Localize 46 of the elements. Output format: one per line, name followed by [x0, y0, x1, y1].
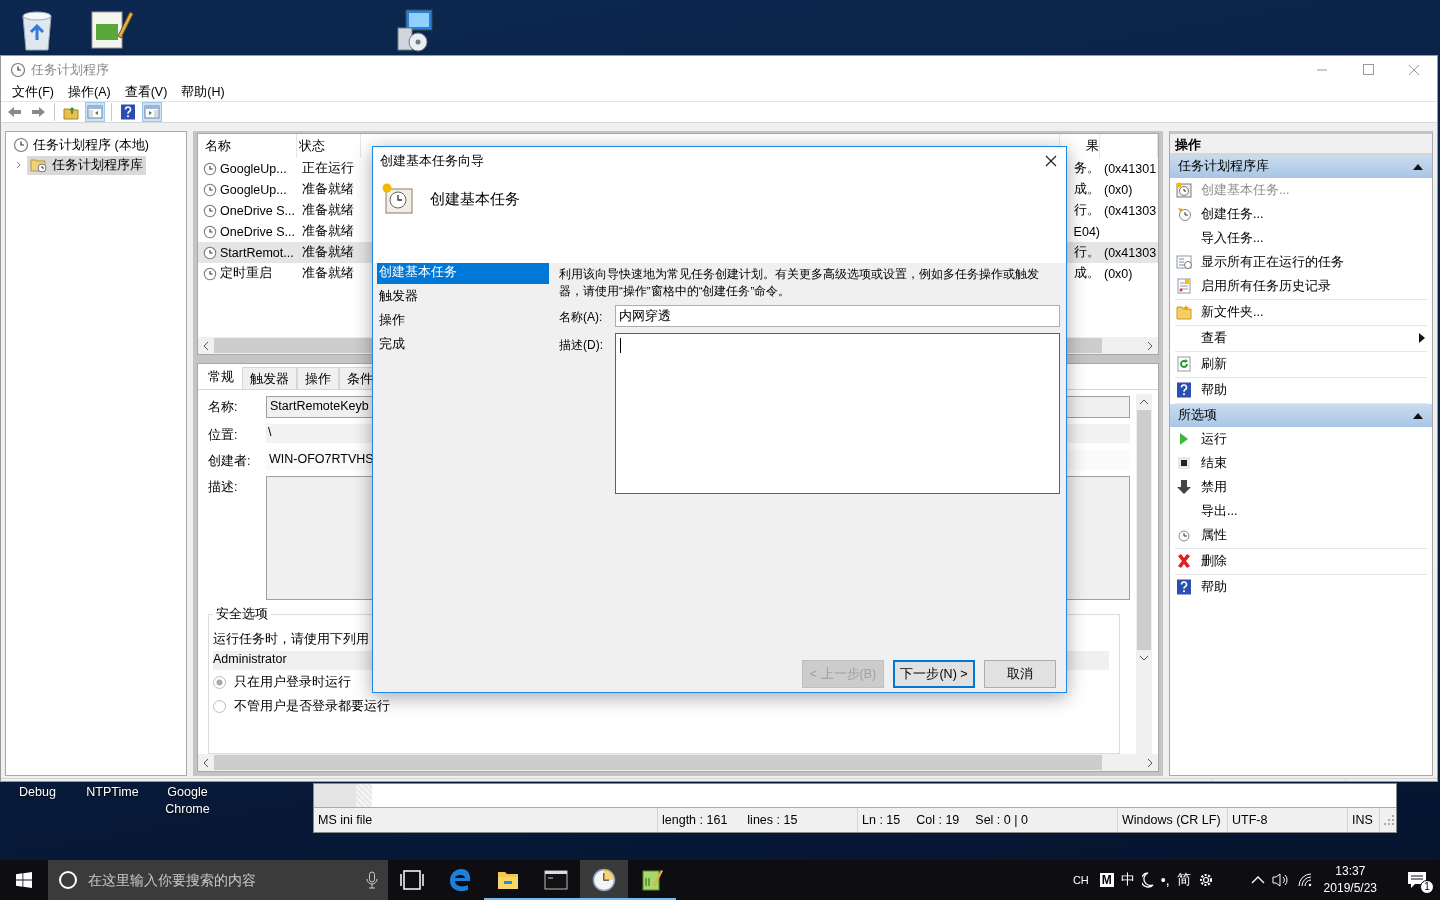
table-cell: 定时重启 — [220, 265, 272, 282]
table-cell: (0x0) — [1104, 182, 1133, 197]
status-text: MS ini file — [318, 813, 373, 827]
table-cell: 行。 — [1074, 202, 1100, 219]
field-label: 名称(A): — [559, 309, 604, 326]
table-cell: 准备就绪 — [302, 244, 354, 261]
table-cell: OneDrive S... — [220, 203, 296, 218]
table-cell: 正在运行 — [302, 160, 354, 177]
field-label: 创建者: — [208, 453, 252, 470]
field-label: 名称: — [208, 399, 239, 416]
table-cell: 成。 — [1074, 181, 1100, 198]
table-cell: E04) — [1073, 224, 1100, 239]
dialog-heading: 创建基本任务 — [430, 189, 520, 209]
table-cell: GoogleUp... — [220, 161, 287, 176]
table-cell: StartRemot... — [220, 245, 294, 260]
status-text: lines : 15 — [747, 813, 798, 827]
status-text: Sel : 0 | 0 — [975, 813, 1028, 827]
notification-count: 1 — [1420, 880, 1434, 894]
status-text: Windows (CR LF) — [1122, 813, 1221, 827]
field-label: 描述(D): — [559, 337, 604, 354]
field-label: 位置: — [208, 427, 239, 444]
table-cell: 准备就绪 — [302, 265, 354, 282]
field-label: 描述: — [208, 479, 239, 496]
table-cell: 准备就绪 — [302, 202, 354, 219]
table-cell: (0x41303 — [1104, 203, 1157, 218]
status-text: Col : 19 — [916, 813, 960, 827]
group-title: 安全选项 — [213, 606, 271, 623]
intro-text: 利用该向导快速地为常见任务创建计划。有关更多高级选项或设置，例如多任务操作或触发器，请使用“操作”窗格中的“创建任务”命令。 — [559, 267, 1040, 299]
prompt-text: 运行任务时，请使用下列用 — [213, 631, 370, 648]
dialog-title: 创建基本任务向导 — [380, 152, 484, 170]
table-cell: (0x0) — [1104, 266, 1133, 281]
window-title: 任务计划程序 — [31, 61, 109, 79]
table-cell: (0x41301 — [1104, 161, 1157, 176]
table-cell: 成。 — [1074, 265, 1100, 282]
table-cell: 准备就绪 — [302, 181, 354, 198]
table-cell: OneDrive S... — [220, 224, 296, 239]
table-cell: (0x41303 — [1104, 245, 1157, 260]
status-text: Ln : 15 — [862, 813, 901, 827]
table-cell: 务。 — [1074, 160, 1100, 177]
status-text: UTF-8 — [1232, 813, 1268, 827]
table-cell: 准备就绪 — [302, 223, 354, 240]
status-text: INS — [1352, 813, 1373, 827]
panel-title: 操作 — [1170, 134, 1432, 155]
table-cell: 行。 — [1074, 244, 1100, 261]
table-cell: GoogleUp... — [220, 182, 287, 197]
status-text: length : 161 — [662, 813, 728, 827]
